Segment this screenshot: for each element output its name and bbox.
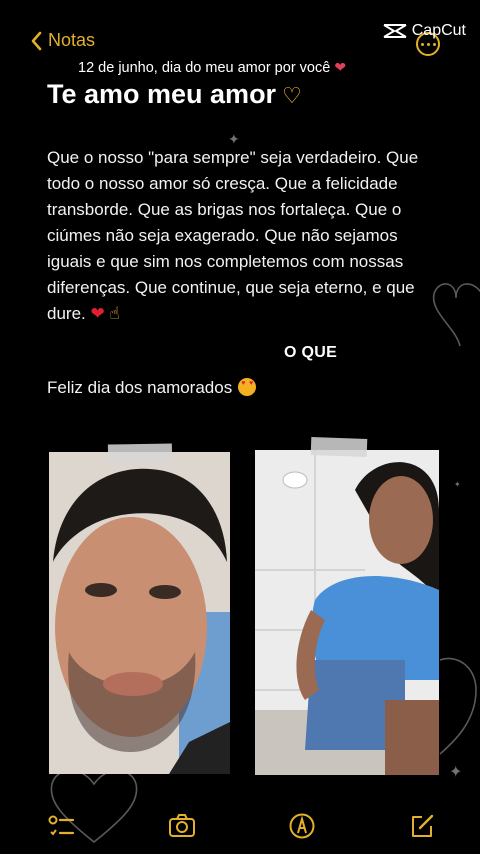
red-heart-icon: ❤	[90, 304, 105, 324]
checklist-button[interactable]	[47, 812, 75, 840]
note-date-line: 12 de junho, dia do meu amor por você ❤	[78, 60, 346, 76]
checklist-icon	[48, 815, 75, 836]
back-button[interactable]: Notas	[30, 30, 95, 51]
closing-text: Feliz dia dos namorados	[47, 378, 233, 397]
sparkle-icon: ✦	[454, 480, 461, 489]
watermark-text: CapCut	[411, 22, 466, 39]
date-text: 12 de junho, dia do meu amor por você	[78, 60, 331, 76]
note-body[interactable]: Que o nosso "para sempre" seja verdadeir…	[47, 145, 427, 327]
capcut-logo-icon	[383, 24, 407, 38]
sparkle-icon: ✦	[449, 762, 463, 781]
markup-button[interactable]	[288, 812, 316, 840]
capcut-watermark: CapCut	[382, 22, 466, 40]
decorative-heart-icon	[432, 283, 480, 347]
tape-strip	[107, 443, 173, 463]
ellipsis-icon	[420, 42, 424, 46]
compose-icon	[412, 814, 434, 837]
heart-eyes-face-icon	[238, 378, 257, 396]
tape-strip	[310, 437, 368, 457]
ellipsis-icon	[432, 42, 436, 46]
ellipsis-icon	[426, 42, 430, 46]
markup-pen-icon	[289, 813, 315, 839]
note-closing[interactable]: Feliz dia dos namorados	[47, 378, 257, 398]
photo-attachment-1[interactable]	[49, 452, 230, 774]
title-text: Te amo meu amor	[47, 79, 277, 109]
back-label: Notas	[48, 30, 96, 50]
heart-arrow-icon: ❤	[334, 60, 347, 76]
photo-man-image	[49, 452, 230, 774]
decorative-heart-icon	[439, 657, 477, 755]
photo-attachment-2[interactable]	[255, 450, 439, 775]
chevron-left-icon	[31, 31, 42, 50]
bottom-toolbar	[0, 806, 480, 846]
note-title[interactable]: Te amo meu amor ♡	[47, 79, 302, 110]
photo-woman-image	[255, 450, 439, 775]
compose-button[interactable]	[408, 812, 436, 840]
camera-icon	[169, 814, 195, 837]
body-text: Que o nosso "para sempre" seja verdadeir…	[47, 148, 419, 323]
overlay-caption: O QUE	[284, 344, 338, 361]
crossed-fingers-icon: ☝	[109, 304, 120, 324]
camera-button[interactable]	[168, 812, 196, 840]
heart-hands-icon: ♡	[282, 84, 302, 109]
